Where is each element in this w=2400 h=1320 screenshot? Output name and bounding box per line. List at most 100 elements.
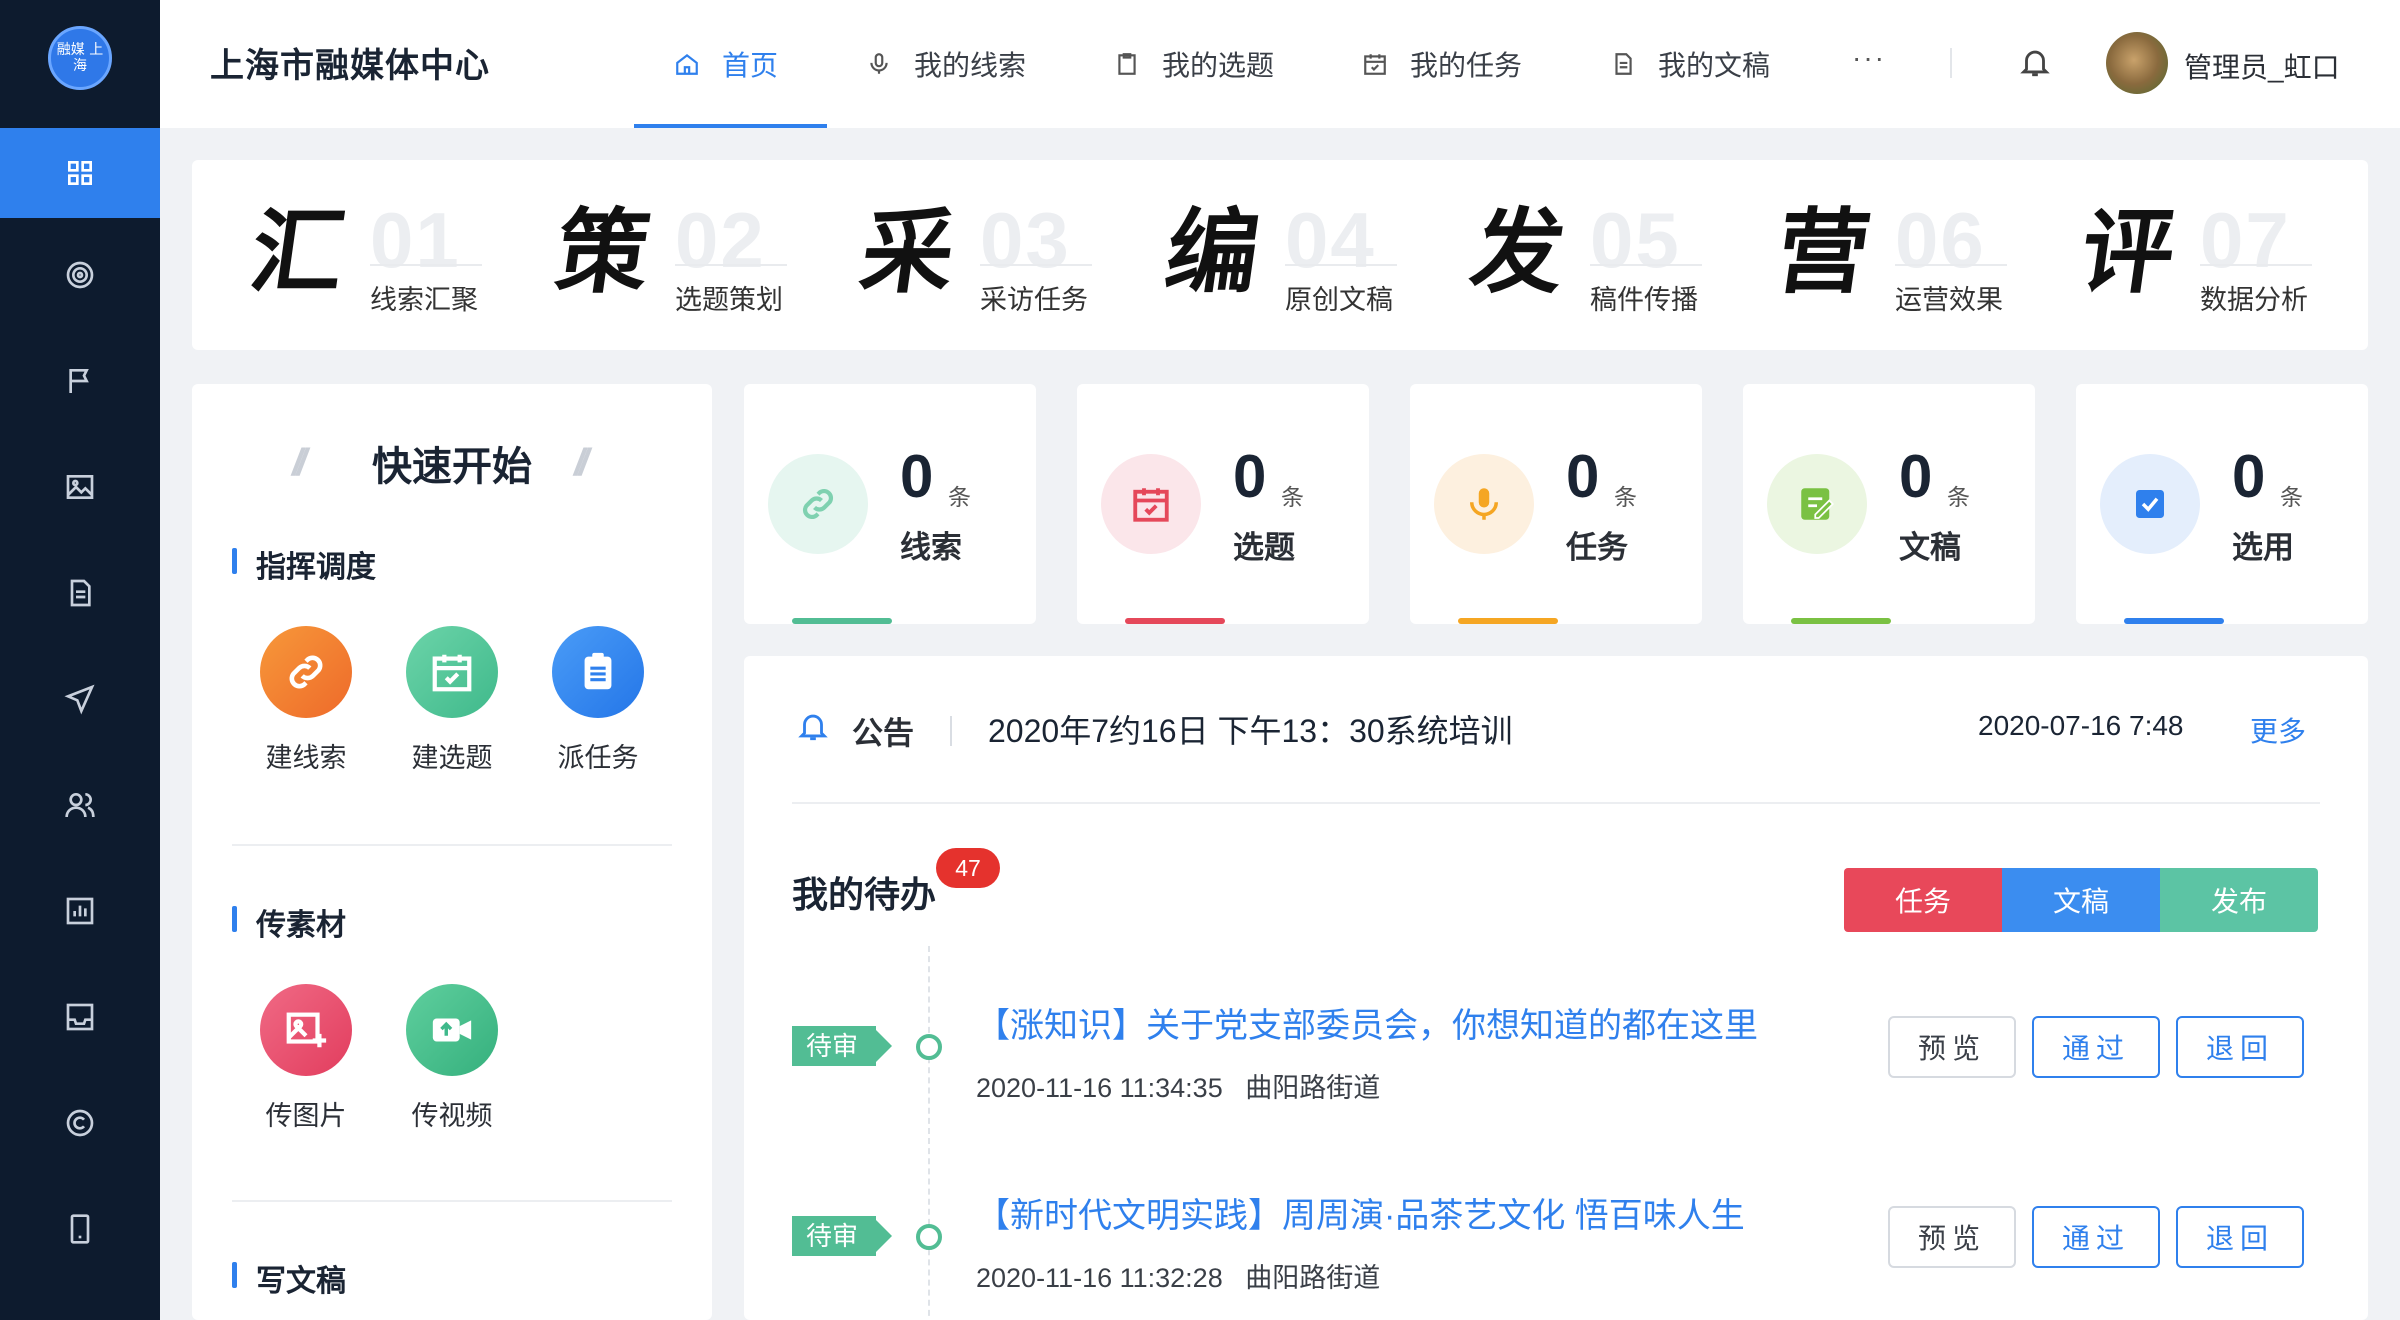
- section-title-upload: 传素材: [232, 900, 346, 944]
- clipboard-list-icon: [584, 652, 612, 690]
- sidebar-item-topics[interactable]: [0, 336, 160, 426]
- stat-accent-bar: [2124, 618, 2224, 624]
- section-divider: [232, 1200, 672, 1202]
- nav-home[interactable]: 首页: [674, 0, 778, 128]
- stat-accent-bar: [1791, 618, 1891, 624]
- stat-unit: 条: [1281, 484, 1304, 510]
- process-banner: 汇 01 线索汇聚 策 02 选题策划 采 03 采访任务 编 04 原创文稿 …: [192, 160, 2368, 350]
- stat-value: 0: [1233, 443, 1267, 510]
- create-clue-button[interactable]: 建线索: [246, 626, 366, 775]
- nav-my-topics-label: 我的选题: [1162, 50, 1275, 81]
- bar-chart-icon: [66, 897, 94, 925]
- stat-card-selected[interactable]: 0 条 选用: [2076, 384, 2368, 624]
- nav-my-manuscripts[interactable]: 我的文稿: [1610, 0, 1770, 128]
- create-topic-button[interactable]: 建选题: [392, 626, 512, 775]
- link-icon: [289, 655, 323, 689]
- todo-item-title[interactable]: 【新时代文明实践】周周演·品茶艺文化 悟百味人生: [976, 1188, 1745, 1237]
- process-step[interactable]: 评 07 数据分析: [2074, 160, 2342, 350]
- flag-icon: [69, 369, 89, 393]
- todo-item-dept: 曲阳路街道: [1245, 1263, 1381, 1293]
- quick-start-panel: // 快速开始 // 指挥调度 建线索 建选题 派任务 传素材 传图片 传视频 …: [192, 384, 712, 1320]
- process-label: 数据分析: [2200, 285, 2308, 315]
- stat-card-tasks[interactable]: 0 条 任务: [1410, 384, 1702, 624]
- stat-card-topics[interactable]: 0 条 选题: [1077, 384, 1369, 624]
- sidebar-item-dashboard[interactable]: [0, 128, 160, 218]
- process-label: 运营效果: [1895, 285, 2003, 315]
- create-clue-label: 建线索: [265, 743, 347, 773]
- user-name[interactable]: 管理员_虹口: [2184, 46, 2340, 86]
- process-number: 07: [2200, 196, 2291, 284]
- process-glyph: 策: [549, 198, 657, 306]
- todo-item-title[interactable]: 【涨知识】关于党支部委员会，你想知道的都在这里: [976, 998, 1758, 1047]
- todo-tab-manuscripts[interactable]: 文稿: [2002, 868, 2160, 932]
- process-number: 05: [1590, 196, 1681, 284]
- todo-tab-tasks[interactable]: 任务: [1844, 868, 2002, 932]
- copyright-icon: [66, 1109, 94, 1137]
- process-step[interactable]: 发 05 稿件传播: [1464, 160, 1732, 350]
- process-step[interactable]: 汇 01 线索汇聚: [244, 160, 512, 350]
- stat-card-clues[interactable]: 0 条 线索: [744, 384, 1036, 624]
- stat-icon-wrap: [2100, 454, 2200, 554]
- sidebar-item-images[interactable]: [0, 442, 160, 532]
- quick-start-title: 快速开始: [372, 445, 532, 489]
- todo-item: 待审 【涨知识】关于党支部委员会，你想知道的都在这里 2020-11-16 11…: [744, 976, 2368, 1126]
- process-label: 选题策划: [675, 285, 783, 315]
- stat-value: 0: [1899, 443, 1933, 510]
- approve-button[interactable]: 通过: [2032, 1016, 2160, 1078]
- process-glyph: 发: [1464, 198, 1572, 306]
- image-icon: [66, 475, 94, 499]
- sidebar-item-documents[interactable]: [0, 548, 160, 638]
- sidebar-item-stats[interactable]: [0, 866, 160, 956]
- todo-item-meta: 2020-11-16 11:32:28 曲阳路街道: [976, 1256, 1380, 1295]
- stat-label: 选用: [2232, 530, 2294, 565]
- nav-my-clues[interactable]: 我的线索: [866, 0, 1026, 128]
- announcement-more-link[interactable]: 更多: [2250, 710, 2306, 750]
- status-tag: 待审: [792, 1026, 893, 1066]
- stat-card-manuscripts[interactable]: 0 条 文稿: [1743, 384, 2035, 624]
- stat-value: 0: [2232, 443, 2266, 510]
- brand-title: 上海市融媒体中心: [210, 47, 490, 85]
- preview-button[interactable]: 预览: [1888, 1206, 2016, 1268]
- upload-video-icon-wrap: [406, 984, 498, 1076]
- sidebar-item-users[interactable]: [0, 760, 160, 850]
- process-step[interactable]: 策 02 选题策划: [549, 160, 817, 350]
- upload-image-button[interactable]: 传图片: [246, 984, 366, 1133]
- notification-bell[interactable]: [2018, 44, 2052, 85]
- sidebar-item-clues[interactable]: [0, 230, 160, 320]
- microphone-icon: [870, 53, 888, 74]
- nav-home-label: 首页: [722, 50, 779, 81]
- sidebar-item-inbox[interactable]: [0, 972, 160, 1062]
- main-divider: [792, 802, 2320, 804]
- assign-task-button[interactable]: 派任务: [538, 626, 658, 775]
- nav-my-tasks[interactable]: 我的任务: [1362, 0, 1522, 128]
- upload-video-button[interactable]: 传视频: [392, 984, 512, 1133]
- nav-my-topics[interactable]: 我的选题: [1114, 0, 1274, 128]
- reject-button[interactable]: 退回: [2176, 1016, 2304, 1078]
- document-icon: [70, 579, 91, 607]
- process-step[interactable]: 采 03 采访任务: [854, 160, 1122, 350]
- todo-tab-publish[interactable]: 发布: [2160, 868, 2318, 932]
- sidebar-item-publish[interactable]: [0, 654, 160, 744]
- grid-icon: [68, 161, 92, 185]
- process-glyph: 汇: [244, 198, 352, 306]
- process-glyph: 评: [2074, 198, 2182, 306]
- process-number: 02: [675, 196, 766, 284]
- approve-button[interactable]: 通过: [2032, 1206, 2160, 1268]
- process-line: [2200, 264, 2312, 266]
- sidebar-item-copyright[interactable]: [0, 1078, 160, 1168]
- status-tag: 待审: [792, 1216, 893, 1256]
- sidebar: 融媒 上海: [0, 0, 160, 1320]
- announcement-text[interactable]: 2020年7约16日 下午13：30系统培训: [988, 706, 1513, 752]
- process-step[interactable]: 营 06 运营效果: [1769, 160, 2037, 350]
- create-topic-label: 建选题: [411, 743, 493, 773]
- logo: 融媒 上海: [48, 26, 112, 90]
- clipboard-icon: [1118, 53, 1136, 75]
- process-step[interactable]: 编 04 原创文稿: [1159, 160, 1427, 350]
- reject-button[interactable]: 退回: [2176, 1206, 2304, 1268]
- preview-button[interactable]: 预览: [1888, 1016, 2016, 1078]
- avatar[interactable]: [2106, 32, 2168, 94]
- process-line: [1590, 264, 1702, 266]
- nav-more-button[interactable]: ···: [1852, 42, 1886, 74]
- stat-label: 线索: [900, 530, 962, 565]
- sidebar-item-mobile[interactable]: [0, 1184, 160, 1274]
